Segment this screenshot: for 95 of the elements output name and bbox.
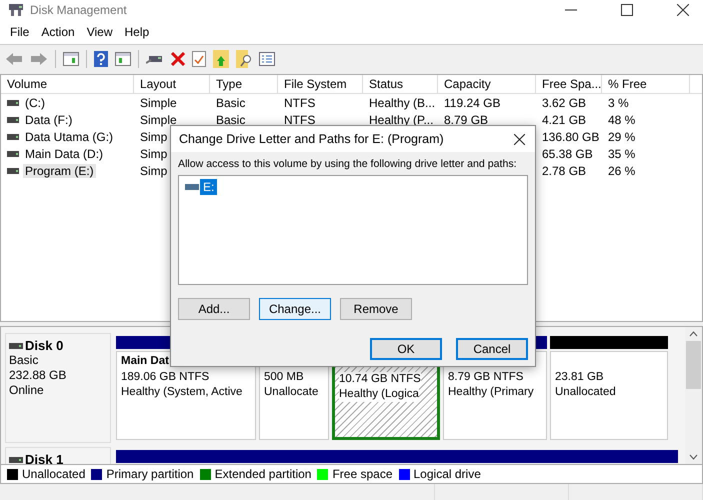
disk-detail: Online [9, 383, 45, 398]
dialog-button[interactable]: OK [370, 338, 442, 360]
drive-icon [7, 134, 19, 140]
legend-label: Logical drive [414, 467, 481, 481]
table-cell[interactable]: Main Data (D:) [23, 147, 106, 161]
table-cell: Simple [140, 96, 177, 110]
help-icon[interactable] [94, 50, 108, 66]
partition-status: Healthy (Logica [339, 387, 419, 402]
table-cell: 65.38 GB [542, 147, 593, 161]
partition-size: 8.79 GB NTFS [448, 370, 524, 385]
table-cell: Simp [140, 164, 168, 178]
disk-info-panel[interactable]: Disk 1 [5, 447, 111, 464]
legend-label: Unallocated [22, 467, 86, 481]
drive-icon [7, 168, 19, 174]
table-cell: Healthy (B... [369, 96, 436, 110]
partition-size: 23.81 GB [555, 370, 605, 385]
partition-status: Unallocated [555, 385, 617, 400]
partition-block[interactable]: 23.81 GB Unallocated [550, 351, 668, 440]
drive-icon [9, 342, 23, 348]
menu-item[interactable]: Action [35, 25, 81, 39]
legend-label: Free space [332, 467, 392, 481]
partition-size: 10.74 GB NTFS [339, 372, 421, 387]
dialog-title: Change Drive Letter and Paths for E: (Program) [179, 132, 444, 146]
column-header[interactable]: Type [210, 75, 278, 93]
checklist-icon[interactable] [192, 50, 206, 66]
disk-name: Disk 1 [25, 452, 64, 464]
dialog-button[interactable]: Cancel [456, 338, 528, 360]
column-header[interactable]: Status [363, 75, 438, 93]
partition-size: 189.06 GB NTFS [121, 370, 210, 385]
table-cell[interactable]: Data Utama (G:) [23, 130, 116, 144]
table-cell: 35 % [608, 147, 636, 161]
dialog-button[interactable]: Change... [259, 298, 331, 320]
folder-up-icon[interactable] [213, 50, 229, 68]
column-header[interactable]: Volume [1, 75, 134, 93]
folder-search-icon[interactable] [236, 50, 252, 68]
dialog-button[interactable]: Add... [178, 298, 250, 320]
path-item[interactable]: E: [200, 179, 218, 195]
table-cell[interactable]: Program (E:) [23, 164, 96, 178]
table-cell: 3 % [608, 96, 629, 110]
column-header[interactable]: Layout [134, 75, 210, 93]
table-cell: 3.62 GB [542, 96, 586, 110]
table-cell: 26 % [608, 164, 636, 178]
table-cell: Healthy (P... [369, 113, 434, 127]
close-icon[interactable] [677, 4, 689, 16]
scrollbar-thumb[interactable] [686, 341, 701, 389]
table-cell: Simp [140, 147, 168, 161]
partition-status: Healthy (Primary [448, 385, 535, 400]
partition-size: 500 MB [264, 370, 305, 385]
column-header[interactable]: Free Spa... [536, 75, 602, 93]
table-cell: 136.80 GB [542, 130, 600, 144]
disk-detail: Basic [9, 353, 40, 368]
column-header[interactable]: File System [278, 75, 363, 93]
list-icon[interactable] [259, 52, 275, 66]
table-cell: NTFS [284, 113, 316, 127]
table-cell: 29 % [608, 130, 636, 144]
partition-status: Unallocate [264, 385, 320, 400]
column-header[interactable]: Capacity [438, 75, 536, 93]
disk-info-panel[interactable]: Disk 0 Basic 232.88 GB Online [5, 333, 111, 443]
disk-icon [8, 3, 24, 17]
table-cell: Basic [216, 113, 246, 127]
column-header[interactable]: % Free [602, 75, 690, 93]
table-cell: 4.21 GB [542, 113, 586, 127]
menu-item[interactable]: File [4, 25, 36, 39]
legend-label: Primary partition [106, 467, 194, 481]
panel-icon[interactable] [63, 52, 79, 66]
dialog-button[interactable]: Remove [340, 298, 412, 320]
disk-name: Disk 0 [25, 338, 64, 353]
drive-icon [9, 456, 23, 462]
table-cell[interactable]: Data (F:) [23, 113, 74, 127]
table-cell: Simp [140, 130, 168, 144]
table-cell: 119.24 GB [444, 96, 500, 110]
table-cell: Simple [140, 113, 177, 127]
dialog-prompt: Allow access to this volume by using the following drive letter and paths: [178, 158, 517, 170]
table-cell[interactable]: (C:) [23, 96, 47, 110]
partition-name: Main Dat [121, 355, 170, 369]
maximize-icon[interactable] [621, 4, 633, 16]
drive-icon [7, 100, 19, 106]
table-cell: Basic [216, 96, 246, 110]
table-cell: 2.78 GB [542, 164, 586, 178]
table-cell: NTFS [284, 96, 316, 110]
close-icon[interactable] [514, 134, 525, 144]
delete-icon[interactable] [171, 52, 185, 66]
menu-item[interactable]: View [80, 25, 118, 39]
legend-label: Extended partition [214, 467, 312, 481]
scrollbar[interactable] [685, 327, 702, 464]
drive-icon [7, 117, 19, 123]
panel-icon[interactable] [115, 52, 131, 66]
menu-item[interactable]: Help [118, 25, 156, 39]
window-title: Disk Management [30, 3, 127, 17]
table-cell: 8.79 GB [444, 113, 488, 127]
table-cell: 48 % [608, 113, 636, 127]
drive-icon [185, 184, 199, 190]
partition-status: Healthy (System, Active [121, 385, 244, 400]
disk-detail: 232.88 GB [9, 368, 68, 383]
drive-icon [7, 151, 19, 157]
